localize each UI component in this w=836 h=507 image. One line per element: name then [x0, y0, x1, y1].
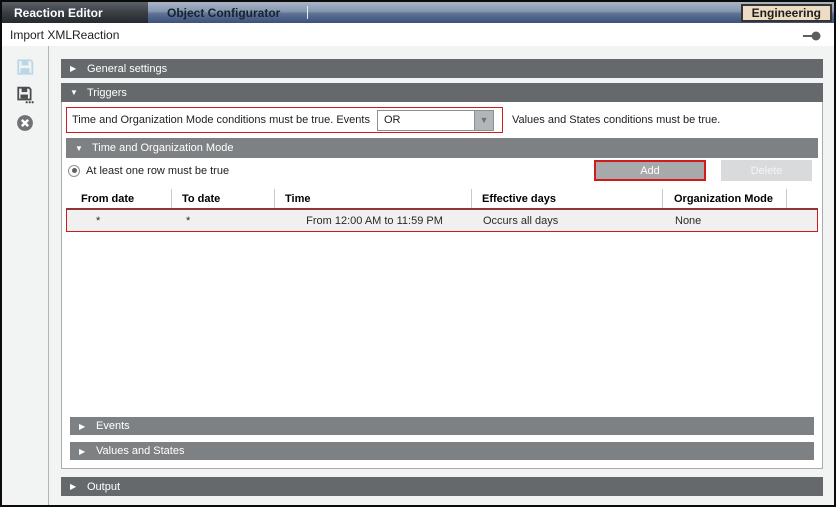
reaction-editor-window: Reaction Editor Object Configurator Engi… [0, 0, 836, 507]
cell-from-date: * [67, 210, 173, 231]
collapsed-triangle-icon: ▶ [70, 482, 87, 491]
save-icon [16, 58, 34, 79]
events-operator-value: OR [378, 111, 474, 130]
left-toolbar [2, 46, 49, 505]
cancel-icon [16, 114, 34, 135]
page-title: Import XMLReaction [10, 28, 119, 42]
subsection-values-states[interactable]: ▶ Values and States [70, 442, 814, 460]
add-button-label: Add [640, 165, 660, 177]
at-least-one-row-radio-label: At least one row must be true [86, 165, 229, 177]
subsection-time-org-mode[interactable]: ▼ Time and Organization Mode [66, 138, 818, 158]
collapsed-triangle-icon: ▶ [70, 64, 87, 73]
section-output-label: Output [87, 481, 120, 493]
tab-object-configurator[interactable]: Object Configurator [155, 2, 305, 23]
trigger-condition-row: Time and Organization Mode conditions mu… [66, 107, 818, 133]
triggers-panel: Time and Organization Mode conditions mu… [61, 102, 823, 469]
column-header-time: Time [275, 189, 472, 208]
table-header-row: From date To date Time Effective days Or… [66, 189, 818, 209]
radio-icon [68, 165, 80, 177]
chevron-down-icon: ▼ [474, 111, 493, 130]
tab-reaction-editor-label: Reaction Editor [14, 6, 103, 20]
save-as-button[interactable] [14, 85, 36, 107]
pin-icon[interactable] [802, 30, 822, 40]
collapsed-triangle-icon: ▶ [79, 422, 96, 431]
section-triggers[interactable]: ▼ Triggers [61, 83, 823, 102]
subsection-events[interactable]: ▶ Events [70, 417, 814, 435]
section-output[interactable]: ▶ Output [61, 477, 823, 496]
tab-object-configurator-label: Object Configurator [167, 6, 280, 20]
subsection-values-states-label: Values and States [96, 445, 184, 457]
expanded-triangle-icon: ▼ [70, 88, 87, 97]
cell-organization-mode: None [664, 210, 788, 231]
subsection-events-label: Events [96, 420, 130, 432]
engineering-mode-button[interactable]: Engineering [741, 4, 832, 22]
cell-to-date: * [173, 210, 276, 231]
tab-separator [307, 6, 308, 19]
at-least-one-row-radio[interactable]: At least one row must be true [68, 165, 229, 177]
column-header-organization-mode: Organization Mode [663, 189, 787, 208]
add-button[interactable]: Add [594, 160, 706, 181]
condition-text-before: Time and Organization Mode conditions mu… [72, 114, 370, 126]
engineering-mode-label: Engineering [752, 6, 821, 20]
expanded-triangle-icon: ▼ [75, 144, 92, 153]
condition-text-after: Values and States conditions must be tru… [512, 114, 720, 126]
section-general-settings[interactable]: ▶ General settings [61, 59, 823, 78]
delete-button-label: Delete [751, 165, 783, 177]
cell-filler [788, 210, 817, 231]
time-org-table: From date To date Time Effective days Or… [66, 189, 818, 233]
table-row[interactable]: * * From 12:00 AM to 11:59 PM Occurs all… [66, 209, 818, 232]
content-panel: ▶ General settings ▼ Triggers Time and O… [61, 46, 823, 505]
top-tab-bar: Reaction Editor Object Configurator Engi… [2, 2, 834, 23]
column-header-effective-days: Effective days [472, 189, 663, 208]
collapsed-triangle-icon: ▶ [79, 447, 96, 456]
cancel-button[interactable] [14, 113, 36, 135]
save-as-icon [16, 86, 34, 107]
column-header-to-date: To date [172, 189, 275, 208]
section-general-settings-label: General settings [87, 63, 167, 75]
column-header-filler [787, 189, 818, 208]
events-operator-dropdown[interactable]: OR ▼ [377, 110, 494, 131]
save-button[interactable] [14, 57, 36, 79]
cell-effective-days: Occurs all days [473, 210, 664, 231]
delete-button[interactable]: Delete [721, 160, 812, 181]
condition-highlight-box: Time and Organization Mode conditions mu… [66, 107, 503, 133]
subsection-time-org-mode-label: Time and Organization Mode [92, 142, 233, 154]
column-header-from-date: From date [66, 189, 172, 208]
tab-reaction-editor[interactable]: Reaction Editor [2, 2, 148, 23]
time-org-controls-row: At least one row must be true Add Delete [68, 160, 812, 181]
main-area: ▶ General settings ▼ Triggers Time and O… [2, 46, 834, 505]
editor-title-bar: Import XMLReaction [2, 23, 834, 46]
cell-time: From 12:00 AM to 11:59 PM [276, 210, 473, 231]
section-triggers-label: Triggers [87, 87, 127, 99]
